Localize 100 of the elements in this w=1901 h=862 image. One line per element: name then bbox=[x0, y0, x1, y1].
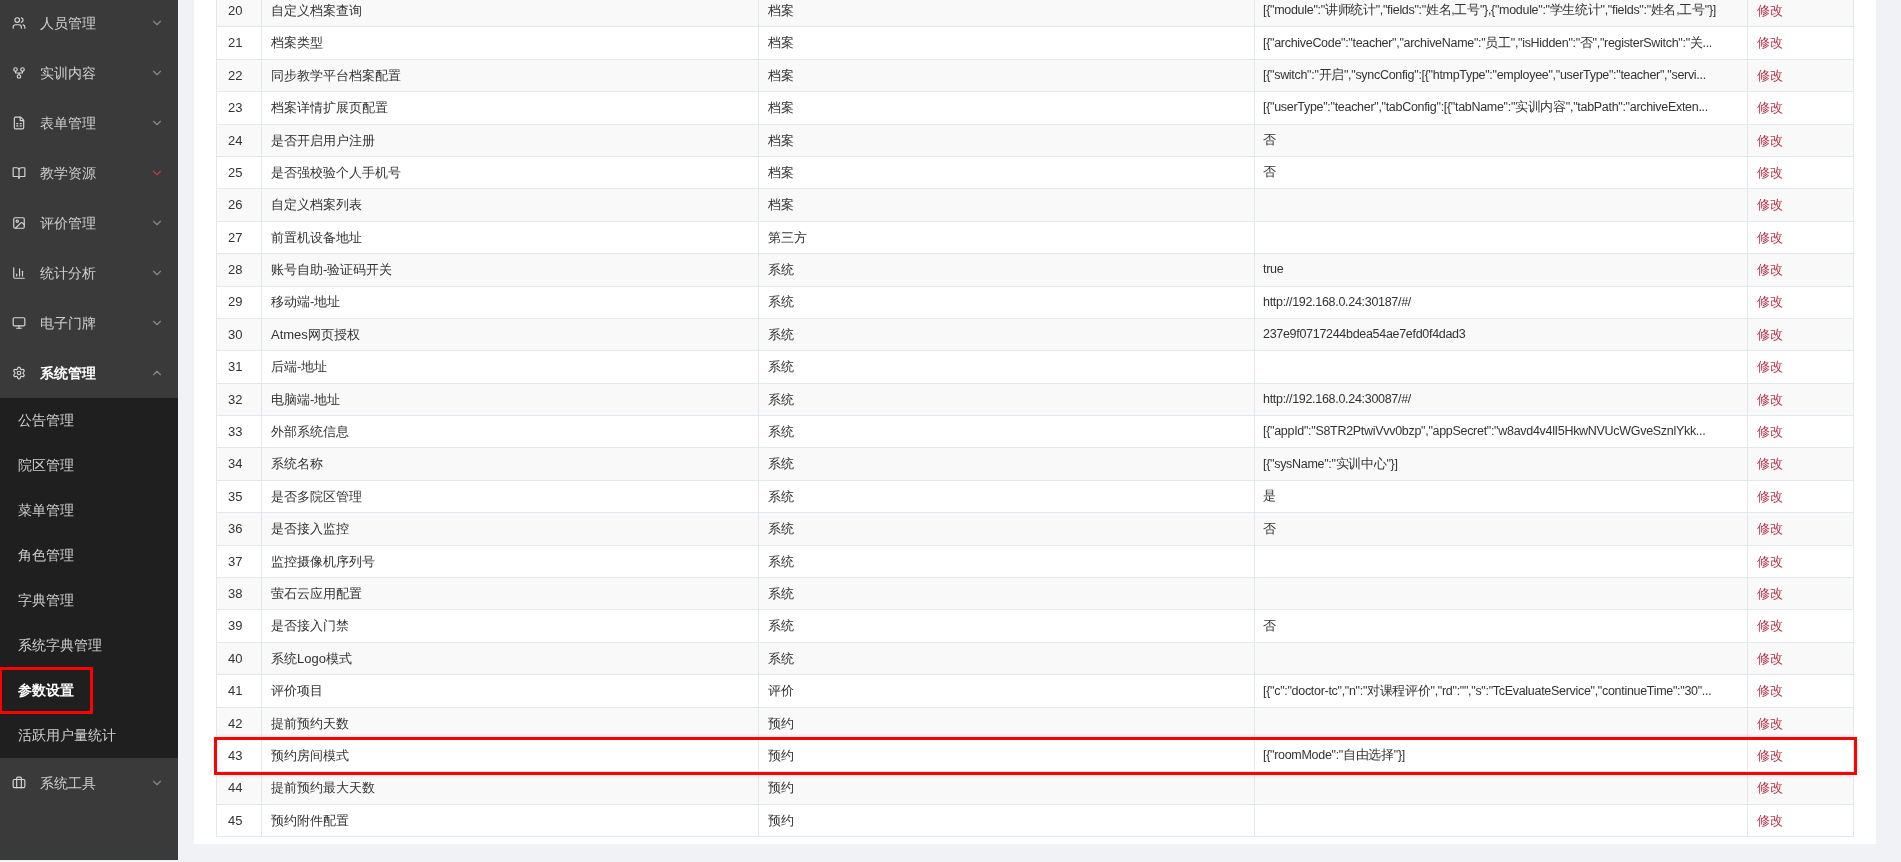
parameter-value: http://192.168.0.24:30187/#/ bbox=[1263, 293, 1411, 311]
parameter-type: 第三方 bbox=[768, 228, 807, 247]
parameter-value: [{"userType":"teacher","tabConfig":[{"tabName":"实训内容","tabPath":"archiveExten... bbox=[1263, 99, 1708, 117]
edit-link[interactable]: 修改 bbox=[1757, 810, 1783, 831]
parameter-type: 系统 bbox=[768, 293, 794, 312]
edit-link[interactable]: 修改 bbox=[1757, 389, 1783, 410]
users-icon bbox=[12, 16, 26, 30]
row-number: 30 bbox=[228, 325, 243, 344]
edit-link[interactable]: 修改 bbox=[1757, 648, 1783, 669]
edit-link[interactable]: 修改 bbox=[1757, 324, 1783, 345]
row-number: 41 bbox=[228, 682, 243, 701]
parameter-type: 系统 bbox=[768, 358, 794, 377]
parameter-name: 是否接入监控 bbox=[271, 520, 349, 539]
row-number: 21 bbox=[228, 34, 243, 53]
edit-link[interactable]: 修改 bbox=[1757, 583, 1783, 604]
menu-item[interactable]: 人员管理 bbox=[0, 0, 178, 48]
row-number: 40 bbox=[228, 649, 243, 668]
row-number: 27 bbox=[228, 228, 243, 247]
edit-link[interactable]: 修改 bbox=[1757, 65, 1783, 86]
edit-link[interactable]: 修改 bbox=[1757, 357, 1783, 377]
submenu-item[interactable]: 字典管理 bbox=[18, 580, 74, 621]
parameter-name: 账号自助-验证码开关 bbox=[271, 261, 393, 280]
parameter-type: 系统 bbox=[768, 487, 794, 506]
menu-item[interactable]: 教学资源 bbox=[0, 148, 178, 198]
parameter-value: http://192.168.0.24:30087/#/ bbox=[1263, 391, 1411, 408]
parameter-type: 预约 bbox=[768, 714, 794, 733]
parameter-name: 评价项目 bbox=[271, 682, 323, 701]
edit-link[interactable]: 修改 bbox=[1757, 195, 1783, 215]
parameter-type: 系统 bbox=[768, 649, 794, 668]
parameter-value: 237e9f0717244bdea54ae7efd0f4dad3 bbox=[1263, 326, 1466, 344]
parameter-name: 外部系统信息 bbox=[271, 423, 349, 441]
edit-link[interactable]: 修改 bbox=[1757, 551, 1783, 572]
edit-link[interactable]: 修改 bbox=[1757, 98, 1783, 118]
parameter-name: 移动端-地址 bbox=[271, 293, 341, 312]
row-number: 25 bbox=[228, 163, 243, 182]
parameter-name: 自定义档案列表 bbox=[271, 196, 362, 215]
edit-link[interactable]: 修改 bbox=[1757, 33, 1783, 53]
tree-icon bbox=[12, 66, 26, 80]
menu-item[interactable]: 实训内容 bbox=[0, 48, 178, 98]
row-number: 23 bbox=[228, 99, 243, 118]
parameter-name: 监控摄像机序列号 bbox=[271, 552, 375, 571]
edit-link[interactable]: 修改 bbox=[1757, 130, 1783, 150]
submenu-item[interactable]: 活跃用户量统计 bbox=[18, 715, 116, 756]
submenu-item[interactable]: 参数设置 bbox=[2, 670, 90, 711]
monitor-icon bbox=[12, 316, 26, 330]
edit-link[interactable]: 修改 bbox=[1757, 454, 1783, 474]
edit-link[interactable]: 修改 bbox=[1757, 292, 1783, 312]
parameter-value: 否 bbox=[1263, 617, 1276, 635]
edit-link[interactable]: 修改 bbox=[1757, 260, 1783, 280]
edit-link[interactable]: 修改 bbox=[1757, 227, 1783, 248]
edit-link[interactable]: 修改 bbox=[1757, 745, 1783, 766]
parameter-type: 系统 bbox=[768, 552, 794, 571]
parameter-type: 评价 bbox=[768, 682, 794, 701]
parameter-value: [{"roomMode":"自由选择"}] bbox=[1263, 747, 1405, 765]
row-number: 36 bbox=[228, 520, 243, 539]
row-number: 38 bbox=[228, 584, 243, 603]
edit-link[interactable]: 修改 bbox=[1757, 681, 1783, 701]
edit-link[interactable]: 修改 bbox=[1757, 162, 1783, 183]
submenu-item[interactable]: 公告管理 bbox=[18, 400, 74, 441]
menu-item[interactable]: 统计分析 bbox=[0, 248, 178, 298]
parameter-value: [{"switch":"开启","syncConfig":[{"htmpType":"employee","userType":"teacher","servi... bbox=[1263, 67, 1706, 85]
submenu-item[interactable]: 系统字典管理 bbox=[18, 625, 102, 666]
edit-link[interactable]: 修改 bbox=[1757, 519, 1783, 539]
parameter-type: 系统 bbox=[768, 325, 794, 344]
submenu-item[interactable]: 院区管理 bbox=[18, 445, 74, 486]
menu-item[interactable]: 表单管理 bbox=[0, 98, 178, 148]
menu-item[interactable]: 系统工具 bbox=[0, 758, 178, 808]
row-number: 28 bbox=[228, 261, 243, 280]
row-number: 39 bbox=[228, 617, 243, 636]
edit-link[interactable]: 修改 bbox=[1757, 0, 1783, 21]
parameter-name: 提前预约最大天数 bbox=[271, 779, 375, 798]
edit-link[interactable]: 修改 bbox=[1757, 486, 1783, 507]
parameter-name: Atmes网页授权 bbox=[271, 325, 360, 344]
menu-item[interactable]: 评价管理 bbox=[0, 198, 178, 248]
edit-link[interactable]: 修改 bbox=[1757, 713, 1783, 734]
bar-chart-icon bbox=[12, 266, 26, 280]
row-number: 37 bbox=[228, 552, 243, 571]
row-number: 33 bbox=[228, 423, 243, 441]
row-number: 35 bbox=[228, 487, 243, 506]
parameter-name: 预约房间模式 bbox=[271, 746, 349, 765]
row-number: 34 bbox=[228, 455, 243, 474]
parameter-name: 档案类型 bbox=[271, 34, 323, 53]
edit-link[interactable]: 修改 bbox=[1757, 422, 1783, 442]
parameter-type: 系统 bbox=[768, 423, 794, 441]
menu-item[interactable]: 电子门牌 bbox=[0, 298, 178, 348]
settings-icon bbox=[12, 366, 26, 380]
row-number: 44 bbox=[228, 779, 243, 798]
parameter-value: true bbox=[1263, 261, 1284, 279]
parameter-name: 后端-地址 bbox=[271, 358, 328, 377]
row-number: 42 bbox=[228, 714, 243, 733]
submenu-item[interactable]: 角色管理 bbox=[18, 535, 74, 576]
briefcase-icon bbox=[12, 776, 26, 790]
row-number: 26 bbox=[228, 196, 243, 215]
edit-link[interactable]: 修改 bbox=[1757, 778, 1783, 798]
parameter-name: 同步教学平台档案配置 bbox=[271, 66, 401, 85]
edit-link[interactable]: 修改 bbox=[1757, 616, 1783, 636]
parameter-name: 是否多院区管理 bbox=[271, 487, 362, 506]
menu-item[interactable]: 系统管理 bbox=[0, 348, 178, 398]
submenu-item[interactable]: 菜单管理 bbox=[18, 490, 74, 531]
parameter-name: 电脑端-地址 bbox=[271, 390, 341, 409]
